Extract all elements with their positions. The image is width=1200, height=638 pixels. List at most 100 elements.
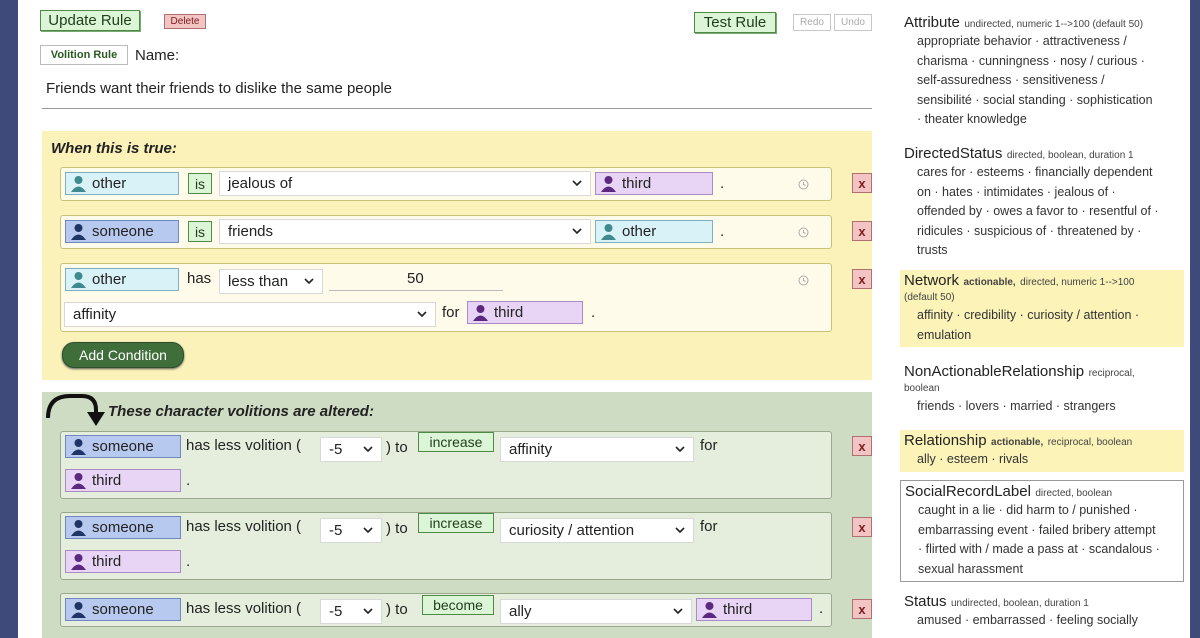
conditions-panel: When this is true: other is jealous of t… <box>42 131 872 380</box>
chip-label: someone <box>92 438 154 455</box>
person-icon <box>600 223 617 240</box>
value-line: on · hates · intimidates · jealous of · <box>917 184 1116 199</box>
redo-button[interactable]: Redo <box>793 14 831 31</box>
category-meta-type: boolean <box>904 383 940 394</box>
amount-select[interactable]: -5 <box>320 518 382 543</box>
clock-icon[interactable] <box>798 179 809 190</box>
curved-arrow-icon <box>46 394 105 426</box>
category-meta-default: (default 50) <box>904 292 955 303</box>
conditions-heading: When this is true: <box>51 140 177 157</box>
update-rule-button[interactable]: Update Rule <box>40 10 140 31</box>
chevron-down-icon <box>417 311 427 318</box>
character-chip-someone[interactable]: someone <box>65 435 181 458</box>
rule-editor-page: Update Rule Delete Test Rule Redo Undo V… <box>18 0 1190 638</box>
sidebar-network[interactable]: Network actionable, directed, numeric 1-… <box>900 270 1184 347</box>
person-icon <box>70 438 87 455</box>
comparator-select[interactable]: less than <box>219 269 323 294</box>
character-chip-someone[interactable]: someone <box>65 220 179 243</box>
amount-select[interactable]: -5 <box>320 599 382 624</box>
chevron-down-icon <box>363 608 373 615</box>
name-underline <box>42 108 872 109</box>
predicate-select-value: jealous of <box>228 175 293 192</box>
character-chip-other[interactable]: other <box>595 220 713 243</box>
amount-select-value: -5 <box>329 441 343 458</box>
category-meta: reciprocal, <box>1088 368 1135 379</box>
predicate-select[interactable]: friends <box>219 219 591 244</box>
value-input[interactable]: 50 <box>329 268 503 291</box>
sidebar-attribute[interactable]: Attribute undirected, numeric 1-->100 (d… <box>900 12 1184 132</box>
category-name: Status <box>904 593 947 610</box>
sidebar-status[interactable]: Status undirected, boolean, duration 1 a… <box>900 591 1184 633</box>
predicate-select-value: ally <box>509 603 532 620</box>
chevron-down-icon <box>304 278 314 285</box>
clock-icon[interactable] <box>798 275 809 286</box>
sidebar-directed-status[interactable]: DirectedStatus directed, boolean, durati… <box>900 143 1184 263</box>
value-line: self-assuredness · sensitiveness / <box>917 73 1105 87</box>
predicate-select[interactable]: jealous of <box>219 171 591 196</box>
clock-icon[interactable] <box>798 227 809 238</box>
predicate-select[interactable]: curiosity / attention <box>500 518 694 543</box>
delete-button[interactable]: Delete <box>164 14 206 29</box>
action-toggle[interactable]: increase <box>418 513 494 533</box>
network-select[interactable]: affinity <box>64 302 436 327</box>
character-chip-third[interactable]: third <box>467 301 583 324</box>
character-chip-someone[interactable]: someone <box>65 598 181 621</box>
effect-row-3: someone has less volition ( -5 ) to beco… <box>60 593 832 627</box>
left-edge-bar <box>0 0 18 638</box>
sidebar-non-actionable-relationship[interactable]: NonActionableRelationship reciprocal, bo… <box>900 361 1184 419</box>
predicate-select[interactable]: ally <box>500 599 692 624</box>
sidebar-relationship[interactable]: Relationship actionable, reciprocal, boo… <box>900 430 1184 472</box>
sidebar-social-record-label[interactable]: SocialRecordLabel directed, boolean caug… <box>900 480 1184 582</box>
rule-name-input[interactable]: Friends want their friends to dislike th… <box>46 80 392 97</box>
chevron-down-icon <box>675 527 685 534</box>
value-line: sensibilité · social standing · sophisti… <box>917 92 1153 107</box>
value-line: · theater knowledge <box>917 112 1027 126</box>
test-rule-button[interactable]: Test Rule <box>694 12 776 33</box>
category-meta: undirected, boolean, duration 1 <box>950 598 1089 609</box>
amount-select[interactable]: -5 <box>320 437 382 462</box>
character-chip-other[interactable]: other <box>65 172 179 195</box>
remove-effect-button[interactable]: x <box>852 436 872 456</box>
character-chip-third[interactable]: third <box>65 550 181 573</box>
remove-condition-button[interactable]: x <box>852 221 872 241</box>
chevron-down-icon <box>363 446 373 453</box>
remove-effect-button[interactable]: x <box>852 517 872 537</box>
character-chip-third[interactable]: third <box>65 469 181 492</box>
category-name: Attribute <box>904 14 960 31</box>
category-meta-actionable: actionable, <box>991 437 1044 448</box>
character-chip-other[interactable]: other <box>65 268 179 291</box>
chevron-down-icon <box>363 527 373 534</box>
amount-select-value: -5 <box>329 522 343 539</box>
person-icon <box>70 223 87 240</box>
remove-condition-button[interactable]: x <box>852 173 872 193</box>
predicate-select-value: friends <box>228 223 274 240</box>
sentence-period: . <box>186 472 191 489</box>
person-icon <box>472 304 489 321</box>
chevron-down-icon <box>673 608 683 615</box>
category-meta: undirected, numeric 1-->100 (default 50) <box>964 19 1144 30</box>
predicate-select-value: curiosity / attention <box>509 522 635 539</box>
volition-text: has less volition ( <box>186 518 302 535</box>
character-chip-third[interactable]: third <box>696 598 812 621</box>
character-chip-someone[interactable]: someone <box>65 516 181 539</box>
person-icon <box>600 175 617 192</box>
verb-is-toggle[interactable]: is <box>188 221 212 242</box>
sentence-period: . <box>720 175 725 192</box>
to-label: ) to <box>386 439 408 456</box>
network-select-value: affinity <box>73 306 117 323</box>
remove-effect-button[interactable]: x <box>852 599 872 619</box>
character-chip-third[interactable]: third <box>595 172 713 195</box>
value-line: emulation <box>917 327 972 342</box>
verb-is-toggle[interactable]: is <box>188 173 212 194</box>
category-name: NonActionableRelationship <box>904 363 1085 380</box>
remove-condition-button[interactable]: x <box>852 269 872 289</box>
action-toggle[interactable]: increase <box>418 432 494 452</box>
predicate-select[interactable]: affinity <box>500 437 694 462</box>
amount-select-value: -5 <box>329 603 343 620</box>
undo-button[interactable]: Undo <box>834 14 872 31</box>
action-toggle[interactable]: become <box>422 595 494 615</box>
right-edge-bar <box>1190 0 1200 638</box>
volition-text: has less volition ( <box>186 600 302 617</box>
add-condition-button[interactable]: Add Condition <box>62 342 184 368</box>
chip-label: third <box>622 175 652 192</box>
